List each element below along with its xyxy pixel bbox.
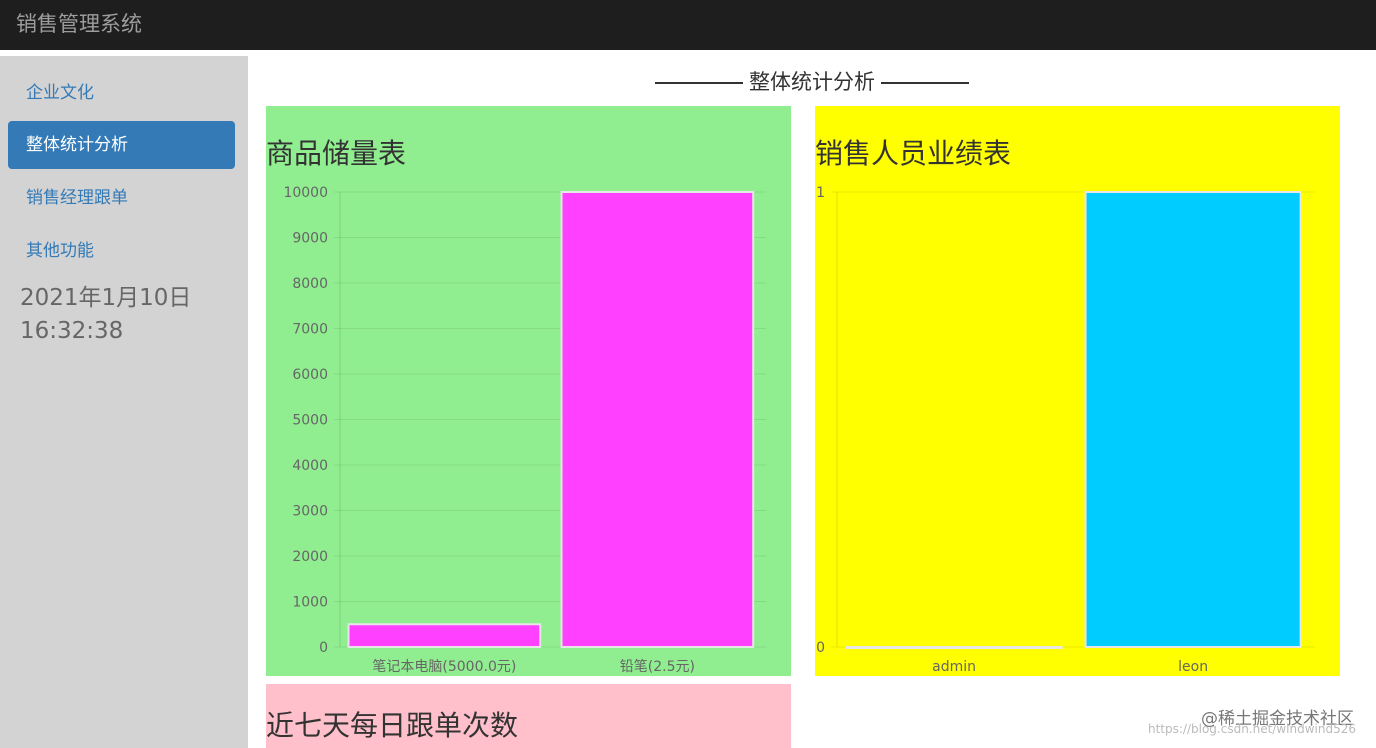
sales-chart-panel: 销售人员业绩表 0 1 admin leon — [815, 106, 1340, 676]
section-title: 整体统计分析 — [248, 66, 1376, 96]
sales-bar — [845, 646, 1063, 649]
clock-date: 2021年1月10日 — [20, 285, 192, 311]
stock-ytick-label: 8000 — [292, 276, 328, 292]
clock-time: 16:32:38 — [20, 318, 124, 344]
stock-ytick-label: 5000 — [292, 413, 328, 429]
sales-bar — [1084, 191, 1302, 648]
sales-xtick-label: admin — [932, 659, 976, 675]
sidebar: 企业文化 整体统计分析 销售经理跟单 其他功能 2021年1月10日 16:32… — [0, 56, 248, 748]
top-navbar: 销售管理系统 — [0, 0, 1376, 50]
app-title[interactable]: 销售管理系统 — [16, 8, 142, 38]
stock-ytick-label: 0 — [319, 640, 328, 656]
sidebar-item-culture[interactable]: 企业文化 — [8, 69, 235, 117]
clock: 2021年1月10日 16:32:38 — [20, 282, 191, 348]
stock-ytick-label: 9000 — [292, 231, 328, 247]
stock-ytick-label: 2000 — [292, 549, 328, 565]
stock-chart: 0 1000 2000 3000 4000 5000 6000 7000 8000 9000 100… — [283, 185, 766, 675]
stock-ytick-label: 1000 — [292, 595, 328, 611]
stock-ytick-label: 3000 — [292, 504, 328, 520]
stock-ytick-label: 7000 — [292, 322, 328, 338]
section-title-text: 整体统计分析 — [749, 70, 875, 94]
sales-xtick-label: leon — [1178, 659, 1208, 675]
title-rule-left — [655, 82, 743, 84]
sales-ytick-label: 0 — [816, 640, 825, 656]
stock-bar — [560, 191, 755, 648]
stock-ytick-label: 10000 — [283, 185, 328, 201]
stock-ytick-label: 6000 — [292, 367, 328, 383]
follow-chart-panel: 近七天每日跟单次数 — [266, 684, 791, 748]
stock-ytick-label: 4000 — [292, 458, 328, 474]
follow-chart-title: 近七天每日跟单次数 — [266, 709, 519, 742]
sales-ytick-label: 1 — [816, 185, 825, 201]
stock-bar — [347, 623, 542, 648]
stock-chart-panel: 商品储量表 0 1000 2000 3000 4000 5000 6000 7000 8000 9… — [266, 106, 791, 676]
stock-xtick-label: 笔记本电脑(5000.0元) — [372, 659, 516, 675]
sidebar-item-sales-manager[interactable]: 销售经理跟单 — [8, 174, 235, 222]
watermark-url: https://blog.csdn.net/windwind526 — [1147, 722, 1356, 736]
sales-chart: 0 1 admin leon — [816, 185, 1315, 675]
stock-xtick-label: 铅笔(2.5元) — [620, 659, 695, 675]
sidebar-item-overall-stats[interactable]: 整体统计分析 — [8, 121, 235, 169]
title-rule-right — [881, 82, 969, 84]
sidebar-item-other[interactable]: 其他功能 — [8, 227, 235, 275]
